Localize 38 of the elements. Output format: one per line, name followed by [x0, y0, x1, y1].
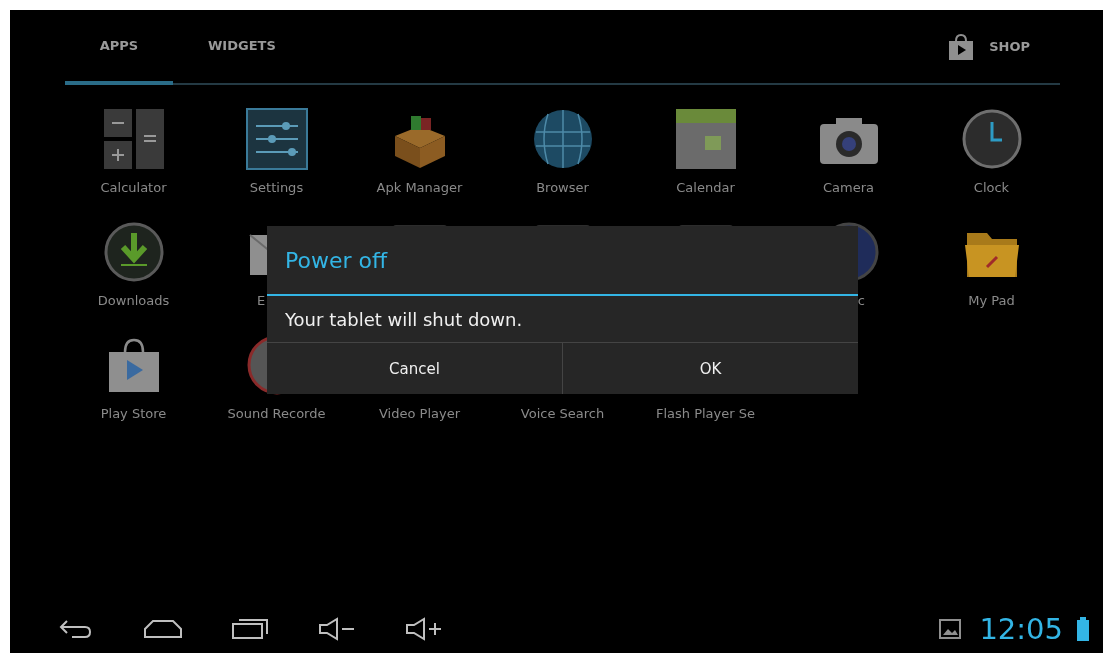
calendar-icon: [674, 108, 737, 170]
app-label[interactable]: Flash Player Se: [655, 406, 755, 421]
volume-up-icon[interactable]: [404, 617, 443, 641]
tab[interactable]: WIDGETS: [173, 10, 281, 85]
app-label[interactable]: Voice Search: [520, 406, 605, 421]
sliders-icon: [245, 108, 308, 170]
app-label[interactable]: Video Player: [379, 406, 460, 421]
download-icon: [102, 221, 165, 283]
clock-time[interactable]: 12:05: [979, 612, 1063, 646]
shopping-bag-icon[interactable]: [947, 32, 976, 61]
app-label[interactable]: My Pad: [968, 293, 1015, 308]
app-label[interactable]: Play Store: [100, 406, 167, 421]
app-label[interactable]: Downloads: [97, 293, 170, 308]
battery-icon[interactable]: [1077, 617, 1089, 641]
app-label[interactable]: Calculator: [100, 180, 167, 195]
volume-down-icon[interactable]: [317, 617, 356, 641]
home-icon[interactable]: [142, 619, 183, 639]
dialog-button[interactable]: Cancel: [267, 343, 562, 394]
app-label[interactable]: c: [857, 293, 865, 308]
app-label[interactable]: Sound Recorde: [227, 406, 326, 421]
image-icon[interactable]: [939, 619, 962, 639]
globe-icon: [531, 108, 594, 170]
dialog-title: Power off: [267, 226, 858, 296]
back-icon[interactable]: [57, 619, 94, 639]
app-label[interactable]: Calendar: [676, 180, 735, 195]
clock-icon: [960, 108, 1023, 170]
app-label[interactable]: Camera: [823, 180, 874, 195]
app-label[interactable]: E: [257, 293, 266, 308]
app-label[interactable]: Apk Manager: [376, 180, 463, 195]
app-label[interactable]: Browser: [536, 180, 589, 195]
dialog-message: Your tablet will shut down.: [284, 307, 524, 332]
recent-apps-icon[interactable]: [230, 618, 269, 640]
shop-label[interactable]: SHOP: [989, 39, 1030, 54]
app-label[interactable]: Settings: [249, 180, 304, 195]
calculator-icon: [102, 108, 165, 170]
dialog-button[interactable]: OK: [562, 343, 858, 394]
app-label[interactable]: Clock: [973, 180, 1010, 195]
tab[interactable]: APPS: [65, 10, 173, 85]
